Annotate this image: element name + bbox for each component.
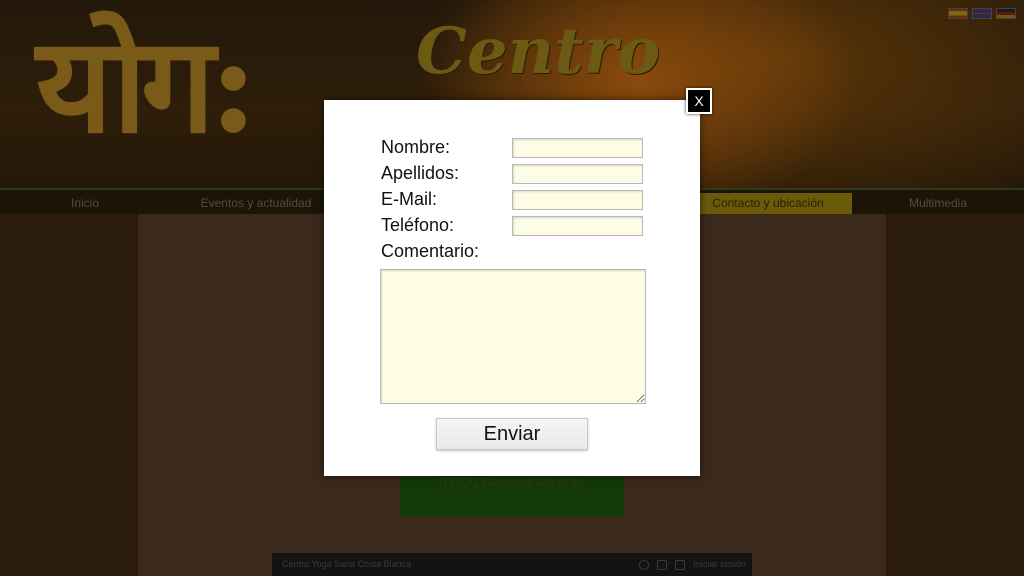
nombre-field[interactable] bbox=[512, 138, 643, 158]
nombre-label: Nombre: bbox=[381, 137, 451, 157]
comentario-textarea[interactable] bbox=[380, 269, 646, 404]
email-label: E-Mail: bbox=[381, 189, 438, 209]
comentario-label: Comentario: bbox=[381, 241, 480, 261]
close-button[interactable]: X bbox=[686, 88, 712, 114]
enviar-button[interactable]: Enviar bbox=[436, 418, 588, 450]
apellidos-field[interactable] bbox=[512, 164, 643, 184]
email-field[interactable] bbox=[512, 190, 643, 210]
telefono-field[interactable] bbox=[512, 216, 643, 236]
apellidos-label: Apellidos: bbox=[381, 163, 460, 183]
contact-form-modal: Nombre: Apellidos: E-Mail: Teléfono: Com… bbox=[324, 100, 700, 476]
telefono-label: Teléfono: bbox=[381, 215, 455, 235]
